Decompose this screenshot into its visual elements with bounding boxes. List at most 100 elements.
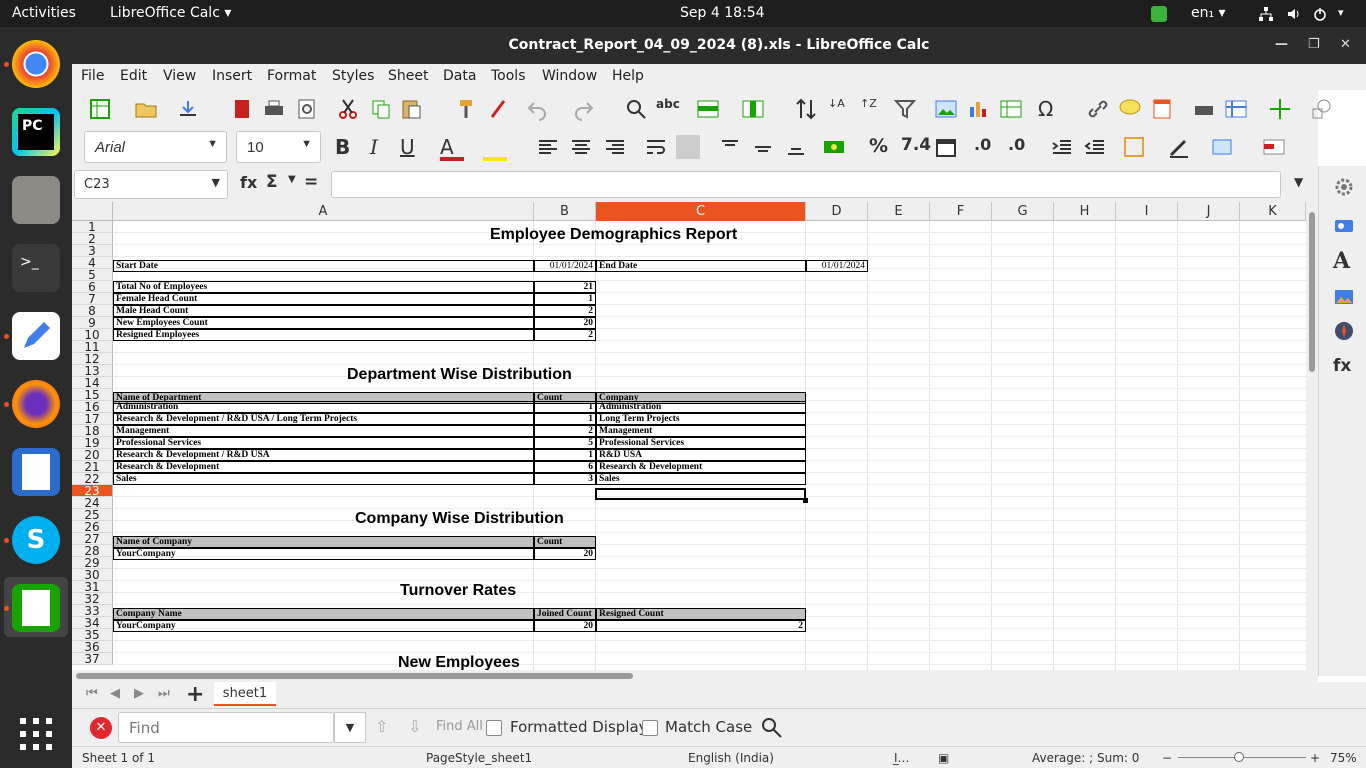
row-header[interactable]: 37 [72,653,113,665]
column-icon[interactable] [741,97,765,121]
bold-icon[interactable]: B [335,135,359,159]
decrease-indent-icon[interactable] [1083,135,1107,159]
chevron-down-icon[interactable]: ▼ [288,174,296,185]
align-top-icon[interactable] [718,135,742,159]
activities-button[interactable]: Activities [12,5,76,21]
styles-icon[interactable]: A [1333,248,1355,274]
font-name-box[interactable]: Arial ▼ [84,131,227,163]
name-box[interactable]: C23 ▼ [74,170,228,199]
column-header[interactable]: H [1054,202,1116,221]
autofilter-icon[interactable] [893,97,917,121]
volume-icon[interactable] [1286,6,1302,22]
copy-icon[interactable] [369,97,393,121]
column-header[interactable]: A [113,202,534,221]
menu-format[interactable]: Format [267,68,316,84]
redo-icon[interactable] [572,97,596,121]
minimize-icon[interactable]: — [1275,37,1288,52]
increase-indent-icon[interactable] [1050,135,1074,159]
freeze-rows-columns-icon[interactable] [1224,97,1248,121]
undo-icon[interactable] [525,97,549,121]
last-sheet-icon[interactable]: ⏭ [158,686,170,701]
column-header[interactable]: D [806,202,868,221]
writer-icon[interactable] [12,448,60,496]
border-color-icon[interactable] [1210,135,1234,159]
hyperlink-icon[interactable] [1086,97,1110,121]
insert-mode-icon[interactable]: I̲… [894,751,910,765]
chrome-icon[interactable] [12,40,60,88]
calc-icon[interactable] [12,584,60,632]
chevron-down-icon[interactable]: ▼ [334,712,366,743]
menu-window[interactable]: Window [542,68,597,84]
clock[interactable]: Sep 4 18:54 [680,5,765,21]
sort-descending-icon[interactable]: ↑Z [860,97,884,121]
column-header[interactable]: F [930,202,992,221]
language-status[interactable]: English (India) [688,751,774,765]
zoom-out-icon[interactable]: − [1162,751,1172,765]
close-find-bar-icon[interactable]: ✕ [90,717,112,739]
find-next-icon[interactable]: ⇩ [408,717,421,736]
spreadsheet-grid[interactable]: A B C D E F G H I J K 1 2 3 4 5 6 7 8 9 10 11 12 13 1… [72,202,1306,670]
menu-help[interactable]: Help [612,68,644,84]
document-modified-icon[interactable]: ▣ [938,751,949,765]
conditional-format-icon[interactable] [1262,135,1286,159]
firefox-icon[interactable] [12,380,60,428]
print-preview-icon[interactable] [295,97,319,121]
app-grid-icon[interactable] [12,710,60,758]
close-icon[interactable]: ✕ [1340,37,1351,52]
gallery-icon[interactable] [1333,286,1355,308]
align-right-icon[interactable] [603,135,627,159]
open-folder-icon[interactable] [134,97,158,121]
merge-cells-icon[interactable] [676,135,700,159]
menu-data[interactable]: Data [443,68,476,84]
function-wizard-icon[interactable]: fx [240,173,257,192]
sheet-tab[interactable]: sheet1 [214,682,276,706]
insert-image-icon[interactable] [934,97,958,121]
font-size-box[interactable]: 10 ▼ [236,131,321,163]
cut-icon[interactable] [336,97,360,121]
app-menu[interactable]: LibreOffice Calc ▾ [110,5,231,21]
gear-icon[interactable] [1333,176,1355,198]
menu-edit[interactable]: Edit [120,68,147,84]
percent-icon[interactable]: % [869,135,893,159]
find-previous-icon[interactable]: ⇧ [375,717,388,736]
match-case-checkbox[interactable] [642,720,658,736]
align-left-icon[interactable] [536,135,560,159]
chevron-down-icon[interactable]: ▼ [301,138,312,150]
number-format-icon[interactable]: 7.4 [901,135,931,159]
pycharm-icon[interactable]: PC [12,108,60,156]
formula-equals-icon[interactable]: = [304,172,318,192]
files-icon[interactable] [12,176,60,224]
select-all-corner[interactable] [72,202,113,221]
column-header[interactable]: E [868,202,930,221]
horizontal-scroll-thumb[interactable] [76,673,633,679]
menu-styles[interactable]: Styles [332,68,374,84]
sum-icon[interactable]: Σ [266,172,278,192]
sort-icon[interactable] [794,97,818,121]
column-header[interactable]: K [1240,202,1306,221]
find-replace-icon[interactable] [624,97,648,121]
delete-decimal-icon[interactable]: .0 [1008,135,1032,159]
underline-icon[interactable]: U [400,135,424,159]
pivot-table-icon[interactable] [999,97,1023,121]
fill-handle[interactable] [803,498,808,503]
column-header[interactable]: I [1116,202,1178,221]
zoom-slider-handle[interactable] [1234,752,1244,762]
menu-insert[interactable]: Insert [212,68,252,84]
vertical-scroll-thumb[interactable] [1309,212,1315,372]
terminal-icon[interactable]: >_ [12,244,60,292]
new-document-icon[interactable] [88,97,112,121]
menu-view[interactable]: View [163,68,196,84]
borders-icon[interactable] [1122,135,1146,159]
power-icon[interactable] [1312,6,1328,22]
center-vertically-icon[interactable] [751,135,775,159]
find-all-button[interactable]: Find All [436,719,483,734]
italic-icon[interactable]: I [370,135,394,159]
align-bottom-icon[interactable] [784,135,808,159]
column-header-selected[interactable]: C [596,202,806,221]
headers-footers-icon[interactable] [1150,97,1174,121]
formatted-display-checkbox[interactable] [486,720,502,736]
define-print-area-icon[interactable] [1192,97,1216,121]
column-header[interactable]: G [992,202,1054,221]
split-window-icon[interactable] [1268,97,1292,121]
menu-tools[interactable]: Tools [491,68,526,84]
